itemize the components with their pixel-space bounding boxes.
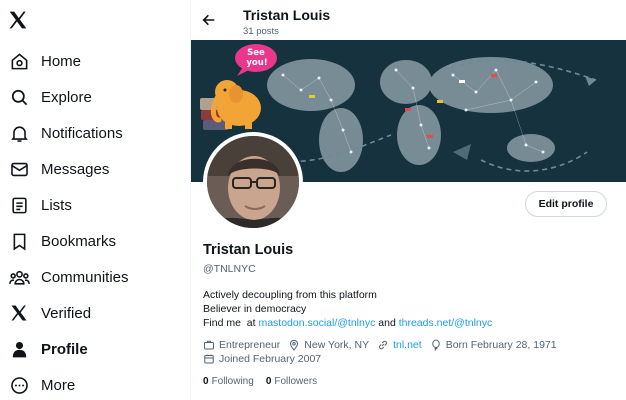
nav-item-home[interactable]: Home (6, 44, 186, 78)
nav-label: Verified (41, 304, 92, 322)
list-icon (8, 194, 30, 216)
bio-line: Believer in democracy (203, 303, 307, 315)
person-icon (8, 338, 30, 360)
website-item: tnl.net (377, 339, 422, 351)
category-text: Entrepreneur (219, 339, 281, 351)
profile-meta-row: Entrepreneur New York, NY tnl.net Born F… (203, 339, 565, 351)
nav-item-explore[interactable]: Explore (6, 80, 186, 114)
profile-handle: @TNLNYC (203, 263, 256, 275)
nav-item-communities[interactable]: Communities (6, 260, 186, 294)
x-logo-icon[interactable] (8, 10, 30, 32)
edit-profile-button[interactable]: Edit profile (525, 191, 607, 217)
category-item: Entrepreneur (203, 339, 280, 351)
nav-label: Home (41, 52, 82, 70)
nav-label: Explore (41, 88, 92, 106)
envelope-icon (8, 158, 30, 180)
nav-label: More (41, 376, 76, 394)
birthday-text: Born February 28, 1971 (445, 339, 557, 351)
nav-item-bookmarks[interactable]: Bookmarks (6, 224, 186, 258)
avatar[interactable] (203, 132, 303, 232)
nav-item-more[interactable]: More (6, 368, 186, 400)
mastodon-link[interactable]: mastodon.social/@tnlnyc (258, 317, 375, 329)
sticker-text: you! (246, 58, 267, 68)
nav-item-messages[interactable]: Messages (6, 152, 186, 186)
profile-column: Tristan Louis 31 posts See you! Edit pro… (190, 0, 626, 400)
nav-label: Profile (41, 340, 88, 358)
location-text: New York, NY (304, 339, 370, 351)
header-post-count: 31 posts (243, 26, 279, 37)
followers-label: Followers (274, 376, 318, 387)
nav-item-profile[interactable]: Profile (6, 332, 186, 366)
birthday-item: Born February 28, 1971 (430, 339, 557, 351)
nav-label: Notifications (41, 124, 123, 142)
profile-name: Tristan Louis (203, 242, 294, 258)
balloon-icon (431, 339, 440, 351)
home-icon (8, 50, 30, 72)
profile-joined-row: Joined February 2007 (203, 353, 329, 365)
profile-header-bar: Tristan Louis 31 posts (191, 0, 626, 40)
briefcase-icon (204, 340, 214, 350)
bookmark-icon (8, 230, 30, 252)
following-label: Following (211, 376, 254, 387)
profile-bio: Actively decoupling from this platform B… (203, 288, 492, 330)
bio-text: Find me at (203, 317, 259, 329)
nav-label: Bookmarks (41, 232, 117, 250)
nav-label: Messages (41, 160, 110, 178)
back-arrow-icon[interactable] (201, 12, 219, 30)
followers-count: 0 (265, 376, 272, 387)
bell-icon (8, 122, 30, 144)
nav-item-notifications[interactable]: Notifications (6, 116, 186, 150)
bio-line: Actively decoupling from this platform (203, 289, 377, 301)
joined-item: Joined February 2007 (203, 353, 321, 365)
nav-item-lists[interactable]: Lists (6, 188, 186, 222)
follow-stats: 0 Following 0 Followers (203, 376, 329, 387)
threads-link[interactable]: threads.net/@tnlnyc (399, 317, 493, 329)
joined-text: Joined February 2007 (219, 353, 322, 365)
header-name: Tristan Louis (243, 7, 331, 23)
x-logo-icon (8, 302, 30, 324)
link-icon (379, 340, 388, 350)
following-count: 0 (203, 376, 209, 387)
bio-text: and (375, 317, 399, 329)
website-link[interactable]: tnl.net (393, 339, 422, 351)
sticker-text: See (247, 48, 265, 58)
nav-label: Lists (41, 196, 72, 214)
bio-line: Find me at mastodon.social/@tnlnyc and t… (203, 316, 492, 330)
sidebar-nav: Home Explore Notifications Messages List… (0, 0, 190, 400)
nav-label: Communities (41, 268, 129, 286)
search-icon (8, 86, 30, 108)
followers-link[interactable]: 0 Followers (266, 376, 317, 387)
calendar-icon (204, 354, 214, 364)
location-item: New York, NY (288, 339, 369, 351)
more-circle-icon (8, 374, 30, 396)
communities-icon (8, 266, 30, 288)
avatar-photo (207, 136, 299, 228)
location-pin-icon (290, 339, 299, 351)
nav-item-verified[interactable]: Verified (6, 296, 186, 330)
following-link[interactable]: 0 Following (203, 376, 254, 387)
